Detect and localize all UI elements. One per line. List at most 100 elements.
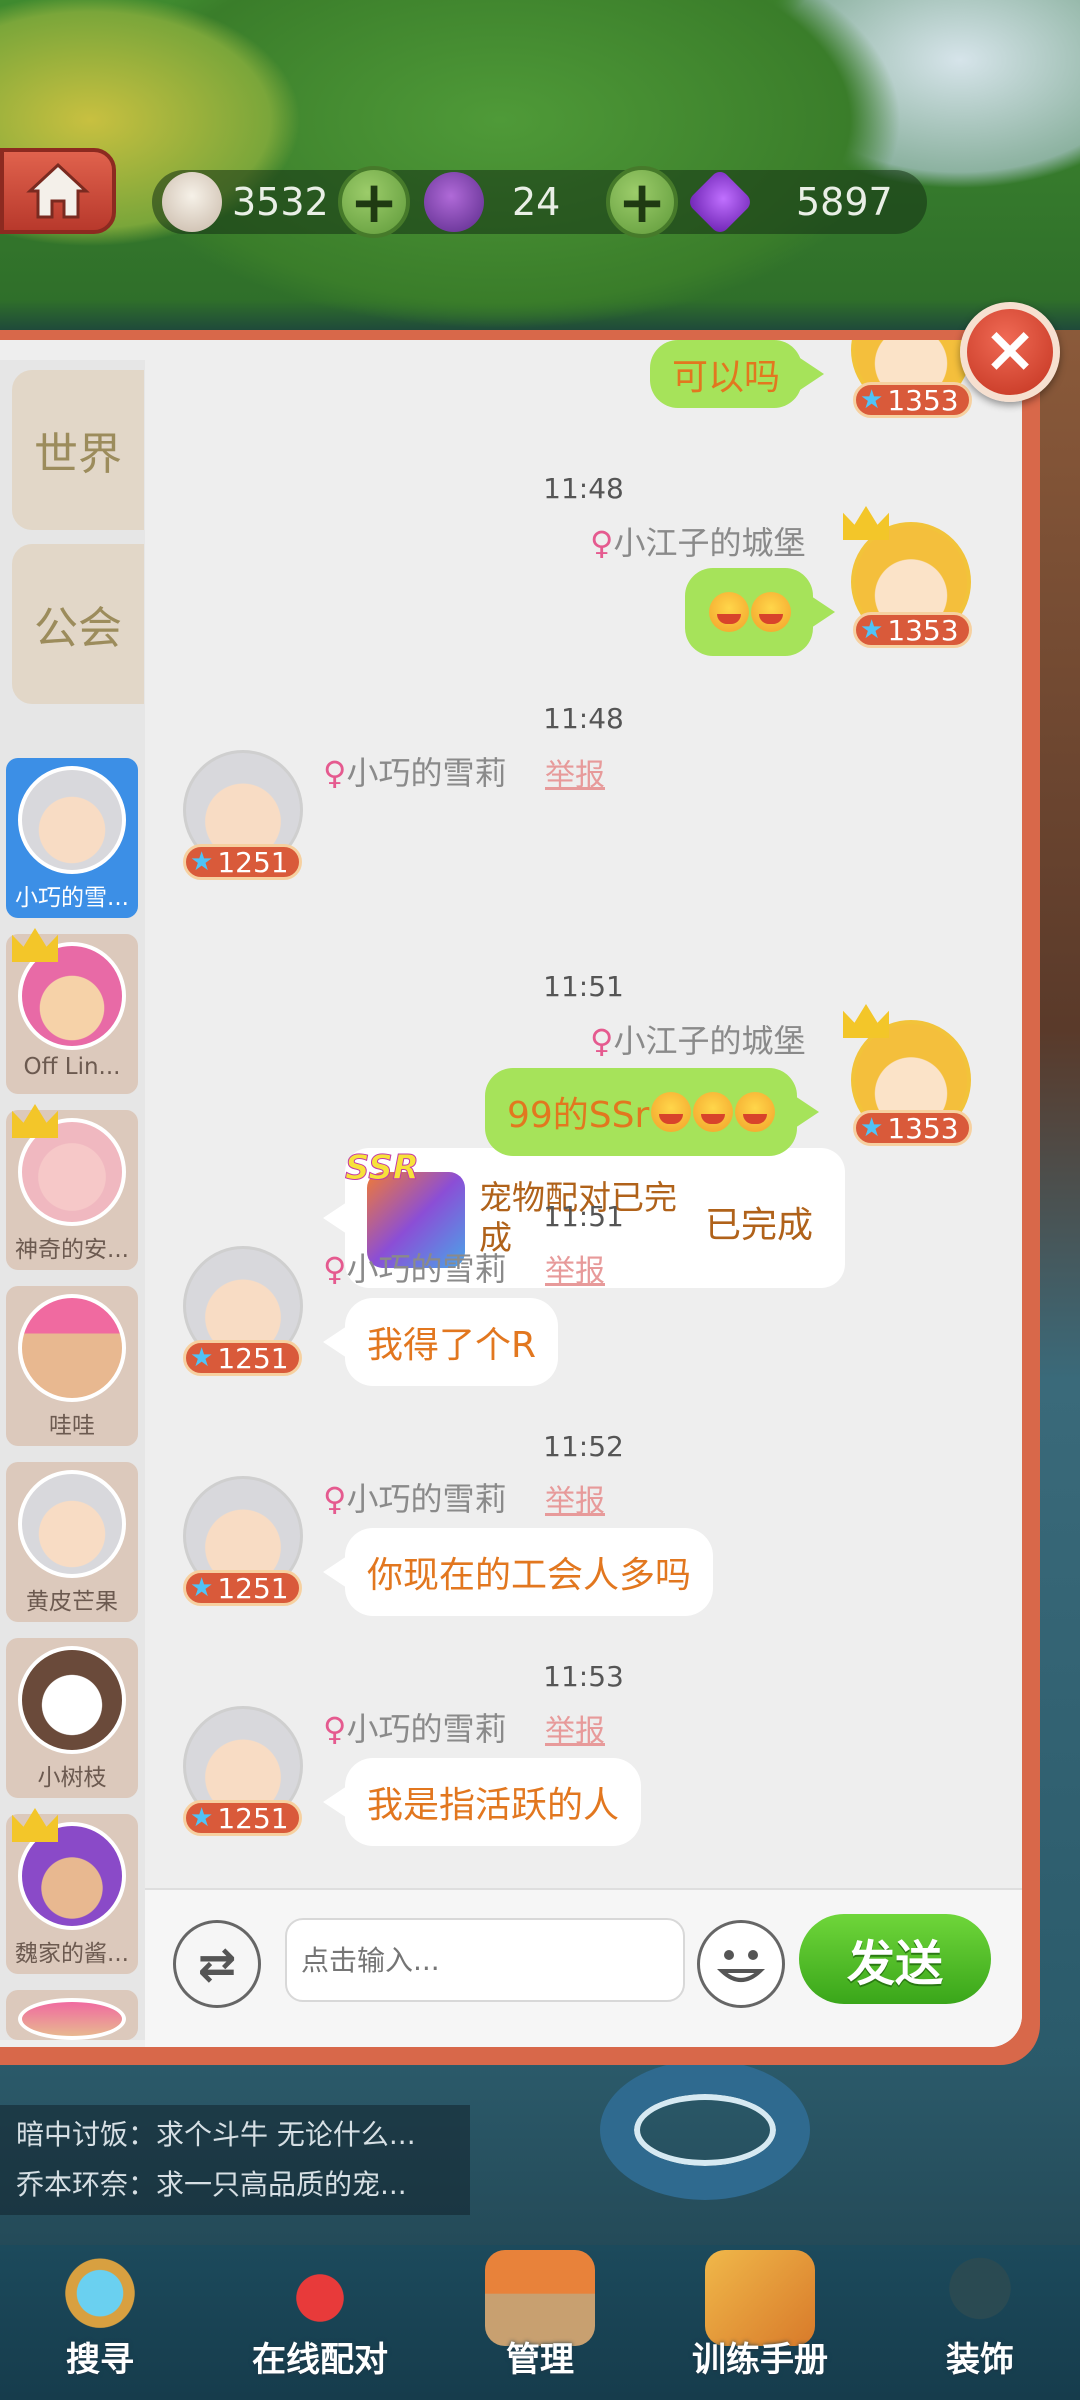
chat-input[interactable]	[285, 1918, 685, 2002]
star-icon: ★	[860, 1113, 884, 1143]
contact-avatar	[18, 1294, 126, 1402]
switch-channel-button[interactable]: ⇄	[173, 1920, 261, 2008]
sender-label: 小巧的雪莉	[346, 1250, 507, 1288]
close-chat-button[interactable]: ×	[960, 302, 1060, 402]
contact-item[interactable]: Off Lin...	[6, 928, 138, 1094]
milk-count: 3532	[232, 180, 329, 224]
contact-item[interactable]: 黄皮芒果	[6, 1462, 138, 1622]
message-time: 11:51	[543, 970, 624, 1003]
sender-name: ♀小江子的城堡	[590, 1016, 805, 1062]
contact-name: Off Lin...	[23, 1054, 121, 1080]
contact-item[interactable]	[6, 1990, 138, 2040]
nav-online-match[interactable]: 在线配对	[220, 2250, 420, 2400]
female-icon: ♀	[323, 1250, 347, 1288]
laughing-emoji-icon	[751, 592, 791, 632]
contact-avatar	[18, 1470, 126, 1578]
female-icon: ♀	[323, 1710, 347, 1748]
level-badge: ★ 1251	[183, 1570, 302, 1606]
female-icon: ♀	[590, 1022, 614, 1060]
contact-item[interactable]: 神奇的安...	[6, 1104, 138, 1270]
level-badge: ★ 1353	[853, 612, 972, 648]
level-badge: ★ 1251	[183, 844, 302, 880]
contact-item[interactable]: 小树枝	[6, 1638, 138, 1798]
milk-bottle-icon	[162, 172, 222, 232]
level-badge: ★ 1353	[853, 382, 972, 418]
world-chat-ticker[interactable]: 暗中讨饭：求个斗牛 无论什么... 乔本环奈：求一只高品质的宠...	[0, 2105, 470, 2215]
report-link[interactable]: 举报	[545, 750, 605, 794]
contact-name: 神奇的安...	[15, 1237, 129, 1263]
message-bubble-outgoing: 可以吗	[650, 340, 825, 408]
female-icon: ♀	[590, 524, 614, 562]
switch-arrows-icon: ⇄	[197, 1937, 237, 1991]
message-text: 99的SSr	[507, 1095, 650, 1136]
report-link[interactable]: 举报	[545, 1706, 605, 1750]
nav-training-manual[interactable]: 训练手册	[660, 2250, 860, 2400]
message-text: 我是指活跃的人	[367, 1785, 620, 1826]
smiley-face-icon	[716, 1950, 766, 1982]
level-number: 1353	[887, 1111, 959, 1145]
close-icon: ×	[983, 313, 1037, 387]
add-milk-button[interactable]: +	[338, 166, 410, 238]
nav-label: 装饰	[946, 2340, 1014, 2380]
chat-sidebar: 世界 公会 小巧的雪... Off Lin... 神奇的安... 哇哇 黄皮芒果…	[0, 360, 145, 2040]
chat-panel-inner: 世界 公会 小巧的雪... Off Lin... 神奇的安... 哇哇 黄皮芒果…	[0, 340, 1022, 2047]
yarn-count: 24	[512, 180, 561, 224]
chat-panel: 世界 公会 小巧的雪... Off Lin... 神奇的安... 哇哇 黄皮芒果…	[0, 330, 1040, 2065]
nav-decoration[interactable]: 装饰	[880, 2250, 1080, 2400]
ticker-message: 暗中讨饭：求个斗牛 无论什么...	[16, 2118, 416, 2151]
contact-avatar	[18, 1998, 126, 2040]
crown-icon	[12, 928, 58, 962]
sender-label: 小巧的雪莉	[346, 754, 507, 792]
star-icon: ★	[190, 847, 214, 877]
level-number: 1353	[887, 613, 959, 647]
plus-icon: +	[349, 168, 399, 236]
laughing-emoji-icon	[735, 1092, 776, 1132]
add-yarn-button[interactable]: +	[606, 166, 678, 238]
message-time: 11:48	[543, 472, 624, 505]
crown-icon	[843, 1004, 889, 1038]
message-time: 11:53	[543, 1660, 624, 1693]
report-link[interactable]: 举报	[545, 1476, 605, 1520]
nav-search[interactable]: 搜寻	[0, 2250, 200, 2400]
ssr-badge: SSR	[345, 1148, 420, 1189]
contact-item[interactable]: 哇哇	[6, 1286, 138, 1446]
home-button[interactable]	[0, 148, 116, 234]
sender-name: ♀小巧的雪莉	[323, 748, 506, 794]
nav-manage[interactable]: 管理	[440, 2250, 640, 2400]
level-badge: ★ 1251	[183, 1340, 302, 1376]
contact-avatar	[18, 1646, 126, 1754]
message-text: 可以吗	[672, 357, 781, 398]
star-icon: ★	[190, 1573, 214, 1603]
nav-label: 训练手册	[692, 2340, 828, 2380]
contact-avatar	[18, 766, 126, 874]
star-icon: ★	[190, 1343, 214, 1373]
gem-resource: 5897	[686, 168, 893, 236]
contact-item[interactable]: 小巧的雪...	[6, 758, 138, 918]
crown-icon	[12, 1104, 58, 1138]
message-time: 11:52	[543, 1430, 624, 1463]
plus-icon: +	[617, 168, 667, 236]
sender-name: ♀小巧的雪莉	[323, 1704, 506, 1750]
crown-icon	[843, 506, 889, 540]
level-number: 1251	[217, 845, 289, 879]
tab-guild[interactable]: 公会	[12, 544, 144, 704]
star-icon: ★	[860, 385, 884, 415]
level-badge: ★ 1353	[853, 1110, 972, 1146]
contact-name: 哇哇	[49, 1413, 95, 1439]
contact-item[interactable]: 魏家的酱...	[6, 1808, 138, 1974]
contact-name: 小巧的雪...	[15, 885, 129, 911]
laughing-emoji-icon	[693, 1092, 734, 1132]
message-bubble-outgoing: 99的SSr	[485, 1068, 820, 1156]
tab-world[interactable]: 世界	[12, 370, 144, 530]
purple-gem-icon	[686, 168, 754, 236]
contact-name: 黄皮芒果	[26, 1589, 118, 1615]
report-link[interactable]: 举报	[545, 1246, 605, 1290]
gem-count: 5897	[796, 180, 893, 224]
emoji-button[interactable]	[697, 1920, 785, 2008]
female-icon: ♀	[323, 1480, 347, 1518]
send-button[interactable]: 发送	[799, 1914, 991, 2004]
sender-label: 小巧的雪莉	[346, 1710, 507, 1748]
sender-label: 小江子的城堡	[613, 524, 806, 562]
level-number: 1353	[887, 383, 959, 417]
swim-ring-decoration	[600, 2060, 810, 2200]
